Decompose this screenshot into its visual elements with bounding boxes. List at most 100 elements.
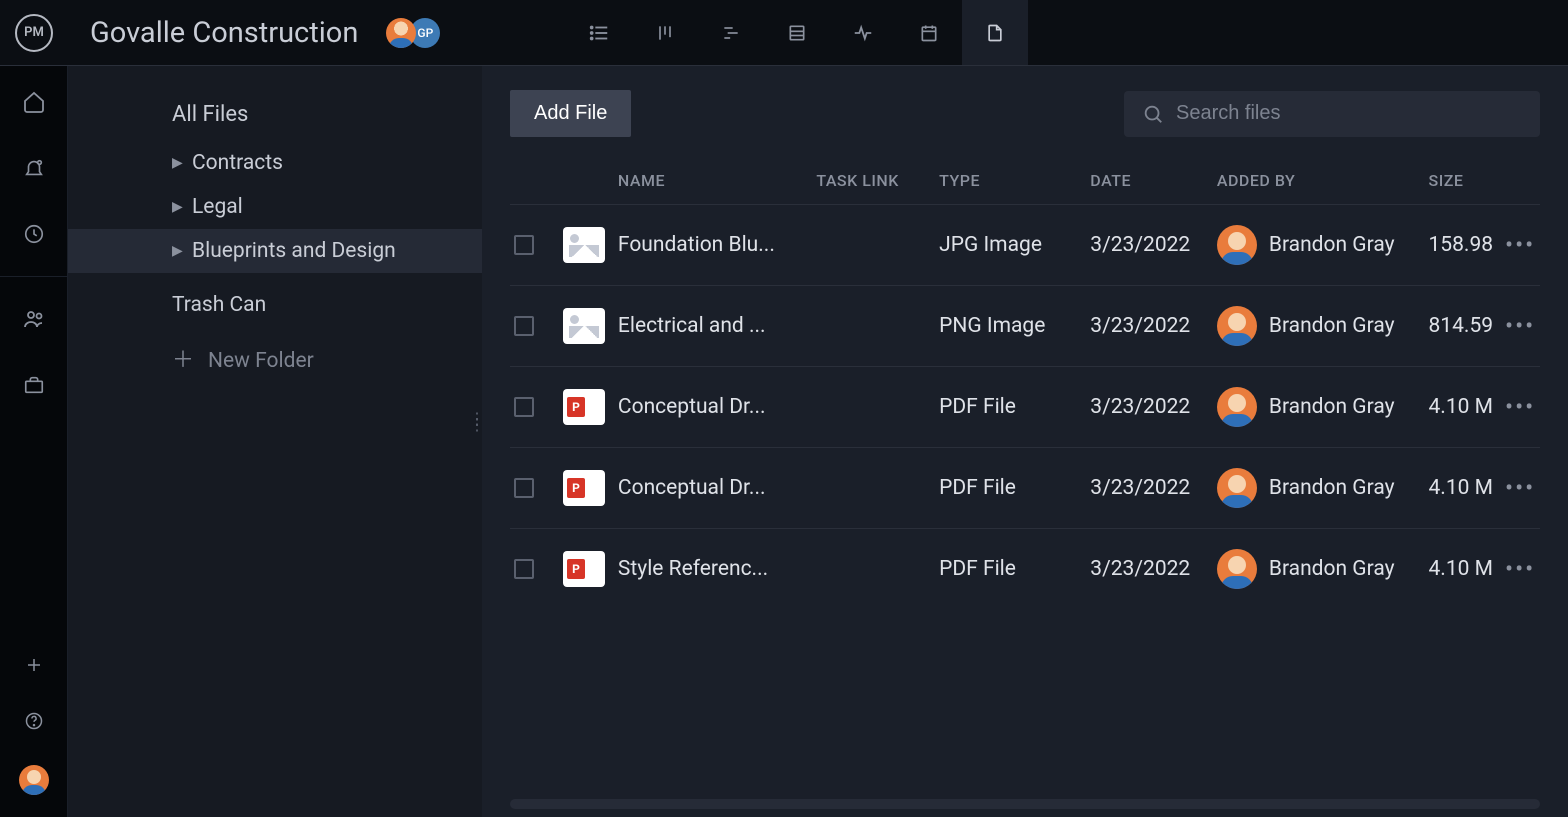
table-row[interactable]: Conceptual Dr...PDF File3/23/2022Brandon… <box>510 366 1540 447</box>
table-row[interactable]: Foundation Blu... JPG Image3/23/2022Brand… <box>510 204 1540 285</box>
col-name[interactable]: NAME <box>618 171 816 190</box>
clock-icon <box>23 223 45 245</box>
caret-right-icon: ▶ <box>172 199 184 215</box>
app-logo[interactable]: PM <box>0 0 68 66</box>
folder-sidebar: All Files ▶Contracts ▶ Legal ▶Blueprints an… <box>68 66 482 817</box>
file-size: 4.10 M <box>1429 557 1501 581</box>
trash-can[interactable]: Trash Can <box>68 279 482 331</box>
help-icon <box>24 711 44 731</box>
horizontal-scrollbar[interactable] <box>510 799 1540 809</box>
user-avatar <box>1217 225 1257 265</box>
plus-icon: ＋ <box>172 350 194 372</box>
file-size: 814.59 <box>1429 314 1501 338</box>
col-by[interactable]: ADDED BY <box>1217 171 1429 190</box>
table-row[interactable]: Electrical and ...PNG Image3/23/2022Bran… <box>510 285 1540 366</box>
row-more-menu[interactable]: ••• <box>1505 231 1535 259</box>
row-more-menu[interactable]: ••• <box>1505 312 1535 340</box>
file-date: 3/23/2022 <box>1090 476 1217 500</box>
nav-portfolio[interactable] <box>22 373 46 397</box>
nav-team[interactable] <box>22 307 46 331</box>
view-tab-workload[interactable] <box>830 0 896 65</box>
file-date: 3/23/2022 <box>1090 395 1217 419</box>
file-type-icon <box>563 470 605 506</box>
main: All Files ▶Contracts ▶ Legal ▶Blueprints an… <box>0 66 1568 817</box>
row-checkbox[interactable] <box>514 316 534 336</box>
nav-add[interactable] <box>22 653 46 677</box>
row-checkbox[interactable] <box>514 478 534 498</box>
folder-item[interactable]: ▶Contracts <box>68 141 482 185</box>
file-name: Style Referenc... <box>618 557 816 581</box>
activity-icon <box>852 22 874 44</box>
file-added-by: Brandon Gray <box>1217 549 1429 589</box>
content-toolbar: Add File <box>510 90 1540 137</box>
search-input[interactable] <box>1176 102 1522 125</box>
file-type: PDF File <box>939 557 1090 581</box>
search-icon <box>1142 103 1164 125</box>
calendar-icon <box>919 23 939 43</box>
file-name: Foundation Blu... <box>618 233 816 257</box>
row-more-menu[interactable]: ••• <box>1505 474 1535 502</box>
file-added-by: Brandon Gray <box>1217 225 1429 265</box>
view-tab-calendar[interactable] <box>896 0 962 65</box>
user-avatar <box>1217 468 1257 508</box>
new-folder-button[interactable]: ＋ New Folder <box>68 331 482 383</box>
file-type-icon <box>563 389 605 425</box>
view-tab-board[interactable] <box>632 0 698 65</box>
bell-icon <box>23 157 45 179</box>
folder-item[interactable]: ▶ Legal <box>68 185 482 229</box>
new-folder-label: New Folder <box>208 349 314 373</box>
file-type-icon <box>563 227 605 263</box>
member-avatar-1[interactable] <box>386 18 416 48</box>
folder-all-files[interactable]: All Files <box>68 92 482 141</box>
folder-label: All Files <box>172 102 248 127</box>
folder-item[interactable]: ▶Blueprints and Design <box>68 229 482 273</box>
nav-notifications[interactable] <box>22 156 46 180</box>
project-members[interactable]: GP <box>386 18 440 48</box>
briefcase-icon <box>23 374 45 396</box>
file-date: 3/23/2022 <box>1090 233 1217 257</box>
nav-profile-avatar[interactable] <box>19 765 49 795</box>
col-size[interactable]: SIZE <box>1429 171 1501 190</box>
add-file-button[interactable]: Add File <box>510 90 631 137</box>
row-more-menu[interactable]: ••• <box>1505 555 1535 583</box>
list-icon <box>588 22 610 44</box>
nav-recent[interactable] <box>22 222 46 246</box>
nav-home[interactable] <box>22 90 46 114</box>
table-row[interactable]: Style Referenc... PDF File3/23/2022Brando… <box>510 528 1540 609</box>
col-task[interactable]: TASK LINK <box>816 171 939 190</box>
table-header: NAME TASK LINK TYPE DATE ADDED BY SIZE <box>510 159 1540 204</box>
nav-help[interactable] <box>22 709 46 733</box>
folder-label: Legal <box>192 195 243 219</box>
user-avatar <box>1217 387 1257 427</box>
gantt-icon <box>721 23 741 43</box>
file-type: JPG Image <box>939 233 1090 257</box>
file-type: PNG Image <box>939 314 1090 338</box>
row-checkbox[interactable] <box>514 559 534 579</box>
table-row[interactable]: Conceptual Dr...PDF File3/23/2022Brandon… <box>510 447 1540 528</box>
file-date: 3/23/2022 <box>1090 557 1217 581</box>
row-checkbox[interactable] <box>514 235 534 255</box>
col-date[interactable]: DATE <box>1090 171 1217 190</box>
topbar: PM Govalle Construction GP <box>0 0 1568 66</box>
logo-text: PM <box>15 14 53 52</box>
caret-right-icon: ▶ <box>172 243 184 259</box>
view-tab-gantt[interactable] <box>698 0 764 65</box>
file-type: PDF File <box>939 395 1090 419</box>
user-avatar <box>1217 306 1257 346</box>
file-type: PDF File <box>939 476 1090 500</box>
view-tab-files[interactable] <box>962 0 1028 65</box>
table-icon <box>787 23 807 43</box>
col-type[interactable]: TYPE <box>939 171 1090 190</box>
rail-divider <box>0 276 67 277</box>
row-checkbox[interactable] <box>514 397 534 417</box>
row-more-menu[interactable]: ••• <box>1505 393 1535 421</box>
view-tab-table[interactable] <box>764 0 830 65</box>
trash-label: Trash Can <box>172 293 266 317</box>
file-name: Electrical and ... <box>618 314 816 338</box>
file-date: 3/23/2022 <box>1090 314 1217 338</box>
plus-icon <box>25 656 43 674</box>
search-container[interactable] <box>1124 91 1540 137</box>
file-size: 158.98 <box>1429 233 1501 257</box>
view-tab-list[interactable] <box>566 0 632 65</box>
files-table: NAME TASK LINK TYPE DATE ADDED BY SIZE F… <box>510 159 1540 783</box>
